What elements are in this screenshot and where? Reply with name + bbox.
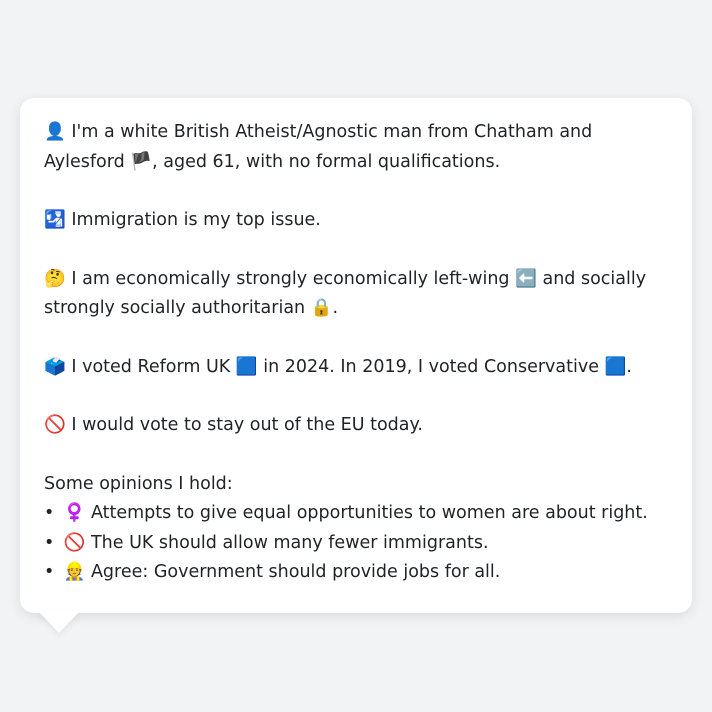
- top-issue-line: 🛂 Immigration is my top issue.: [44, 206, 668, 236]
- ideology-line: 🤔 I am economically strongly economicall…: [44, 265, 668, 324]
- bubble-tail: [38, 611, 80, 633]
- bullet: •: [44, 562, 55, 582]
- opinion-text: Attempts to give equal opportunities to …: [90, 503, 648, 523]
- thinking-face-icon: 🤔: [44, 268, 66, 289]
- ideology-end: .: [332, 298, 339, 318]
- ballot-box-icon: 🗳️: [44, 356, 66, 377]
- lock-icon: 🔒: [310, 298, 333, 318]
- opinions-heading: Some opinions I hold:: [44, 473, 233, 494]
- opinion-text: Agree: Government should provide jobs fo…: [90, 562, 501, 582]
- opinion-text: The UK should allow many fewer immigrant…: [90, 532, 489, 553]
- opinions-list: • ♀️ Attempts to give equal opportunitie…: [44, 499, 668, 588]
- person-icon: 👤: [44, 122, 66, 142]
- identity-line: 👤 I'm a white British Atheist/Agnostic m…: [44, 118, 668, 177]
- prohibited-icon: 🚫: [44, 415, 66, 435]
- passport-control-icon: 🛂: [44, 210, 66, 230]
- list-item: • 🚫 The UK should allow many fewer immig…: [44, 529, 668, 559]
- votes-line: 🗳️ I voted Reform UK 🟦 in 2024. In 2019,…: [44, 353, 668, 383]
- top-issue-text: Immigration is my top issue.: [71, 210, 321, 230]
- female-sign-icon: ♀️: [63, 503, 86, 523]
- england-flag-icon: 🏴: [130, 151, 153, 172]
- bullet: •: [44, 503, 55, 523]
- ideology-text: I am economically strongly economically …: [71, 268, 510, 289]
- eu-text: I would vote to stay out of the EU today…: [71, 415, 423, 435]
- list-item: • ♀️ Attempts to give equal opportunitie…: [44, 499, 668, 529]
- votes-text: I voted Reform UK: [71, 356, 231, 377]
- list-item: • 👷 Agree: Government should provide job…: [44, 558, 668, 588]
- reform-square-icon: 🟦: [235, 356, 258, 377]
- conservative-square-icon: 🟦: [604, 356, 627, 377]
- votes-text-2: in 2024. In 2019, I voted Conservative: [263, 356, 599, 377]
- eu-line: 🚫 I would vote to stay out of the EU tod…: [44, 411, 668, 441]
- identity-text-2: , aged 61, with no formal qualifications…: [152, 151, 501, 172]
- votes-end: .: [626, 356, 632, 377]
- left-arrow-icon: ⬅️: [515, 268, 537, 289]
- bullet: •: [44, 532, 55, 553]
- construction-worker-icon: 👷: [63, 562, 86, 582]
- prohibited-icon: 🚫: [63, 532, 86, 553]
- message-bubble: 👤 I'm a white British Atheist/Agnostic m…: [20, 98, 692, 613]
